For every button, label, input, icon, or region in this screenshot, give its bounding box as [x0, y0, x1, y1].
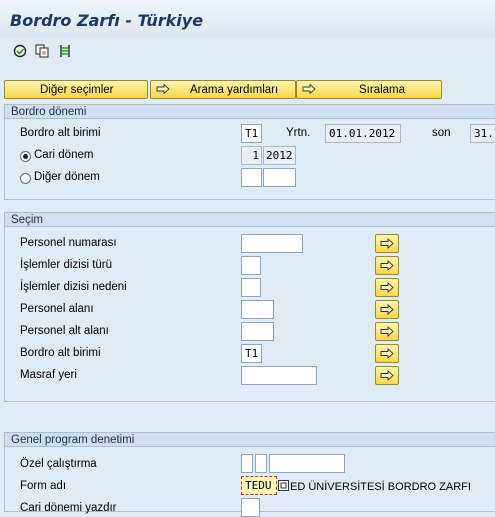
multiple-selection-button[interactable] [375, 256, 399, 275]
cari-donem-period: 1 [241, 146, 262, 165]
yrtn-label: Yrtn. [286, 127, 311, 139]
diger-donem-radio[interactable] [20, 173, 31, 184]
secim-input[interactable] [241, 322, 274, 341]
ozel-field-3[interactable] [269, 454, 345, 473]
cari-donemi-yazdir-label: Cari dönemi yazdır [20, 502, 117, 514]
siralama-label: Sıralama [359, 84, 406, 96]
secim-label: Personel alanı [20, 303, 94, 315]
secim-input[interactable] [241, 300, 274, 319]
arrow-right-icon [380, 370, 394, 381]
secim-label: Masraf yeri [20, 369, 77, 381]
cari-donemi-yazdir-checkbox[interactable] [241, 498, 260, 517]
execute-icon[interactable] [13, 44, 27, 58]
genel-header: Genel program denetimi [4, 432, 495, 447]
multiple-selection-button[interactable] [375, 344, 399, 363]
multiple-selection-button[interactable] [375, 322, 399, 341]
form-adi-description: ED ÜNİVERSİTESİ BORDRO ZARFI [290, 481, 471, 493]
diger-secimler-button[interactable]: Diğer seçimler [4, 80, 148, 99]
secim-input[interactable]: T1 [241, 344, 262, 363]
yrtn-date-field[interactable]: 01.01.2012 [325, 124, 401, 143]
secim-input[interactable] [241, 278, 261, 297]
secim-header: Seçim [4, 212, 495, 227]
search-help-icon[interactable] [278, 480, 289, 491]
arrow-right-icon [156, 84, 170, 94]
bordro-alt-birimi-field[interactable]: T1 [241, 124, 262, 143]
secim-label: Bordro alt birimi [20, 347, 101, 359]
diger-donem-period-field[interactable] [241, 168, 262, 187]
variants-icon[interactable] [58, 44, 72, 58]
siralama-button[interactable]: Sıralama [296, 80, 442, 99]
bordro-donemi-header: Bordro dönemi [4, 104, 495, 119]
secim-input[interactable] [241, 256, 261, 275]
arrow-right-icon [380, 282, 394, 293]
arrow-right-icon [302, 84, 316, 94]
ozel-field-1[interactable] [241, 454, 253, 473]
secim-input[interactable] [241, 234, 303, 253]
cari-donem-year: 2012 [263, 146, 296, 165]
diger-donem-year-field[interactable] [263, 168, 296, 187]
secim-label: İşlemler dizisi nedeni [20, 281, 127, 293]
diger-secimler-label: Diğer seçimler [40, 84, 114, 96]
son-label: son [432, 127, 451, 139]
multiple-selection-button[interactable] [375, 278, 399, 297]
ozel-field-2[interactable] [255, 454, 267, 473]
arrow-right-icon [380, 304, 394, 315]
son-date-field[interactable]: 31. [470, 124, 495, 143]
arrow-right-icon [380, 326, 394, 337]
copy-icon[interactable] [35, 44, 49, 58]
multiple-selection-button[interactable] [375, 300, 399, 319]
arrow-right-icon [380, 348, 394, 359]
bordro-alt-birimi-label: Bordro alt birimi [20, 127, 101, 139]
secim-label: Personel numarası [20, 237, 117, 249]
form-adi-field[interactable]: TEDU [241, 476, 277, 495]
arrow-right-icon [380, 238, 394, 249]
arama-yardimlari-button[interactable]: Arama yardımları [150, 80, 296, 99]
cari-donem-radio[interactable] [20, 151, 31, 162]
secim-label: Personel alt alanı [20, 325, 109, 337]
secim-label: İşlemler dizisi türü [20, 259, 113, 271]
form-adi-label: Form adı [20, 480, 67, 492]
arrow-right-icon [380, 260, 394, 271]
cari-donem-label: Cari dönem [34, 149, 94, 161]
arama-yardimlari-label: Arama yardımları [190, 84, 279, 96]
ozel-calistirma-label: Özel çalıştırma [20, 458, 97, 470]
diger-donem-label: Diğer dönem [34, 171, 100, 183]
secim-input[interactable] [241, 366, 317, 385]
page-title: Bordro Zarfı - Türkiye [10, 11, 204, 30]
multiple-selection-button[interactable] [375, 366, 399, 385]
multiple-selection-button[interactable] [375, 234, 399, 253]
